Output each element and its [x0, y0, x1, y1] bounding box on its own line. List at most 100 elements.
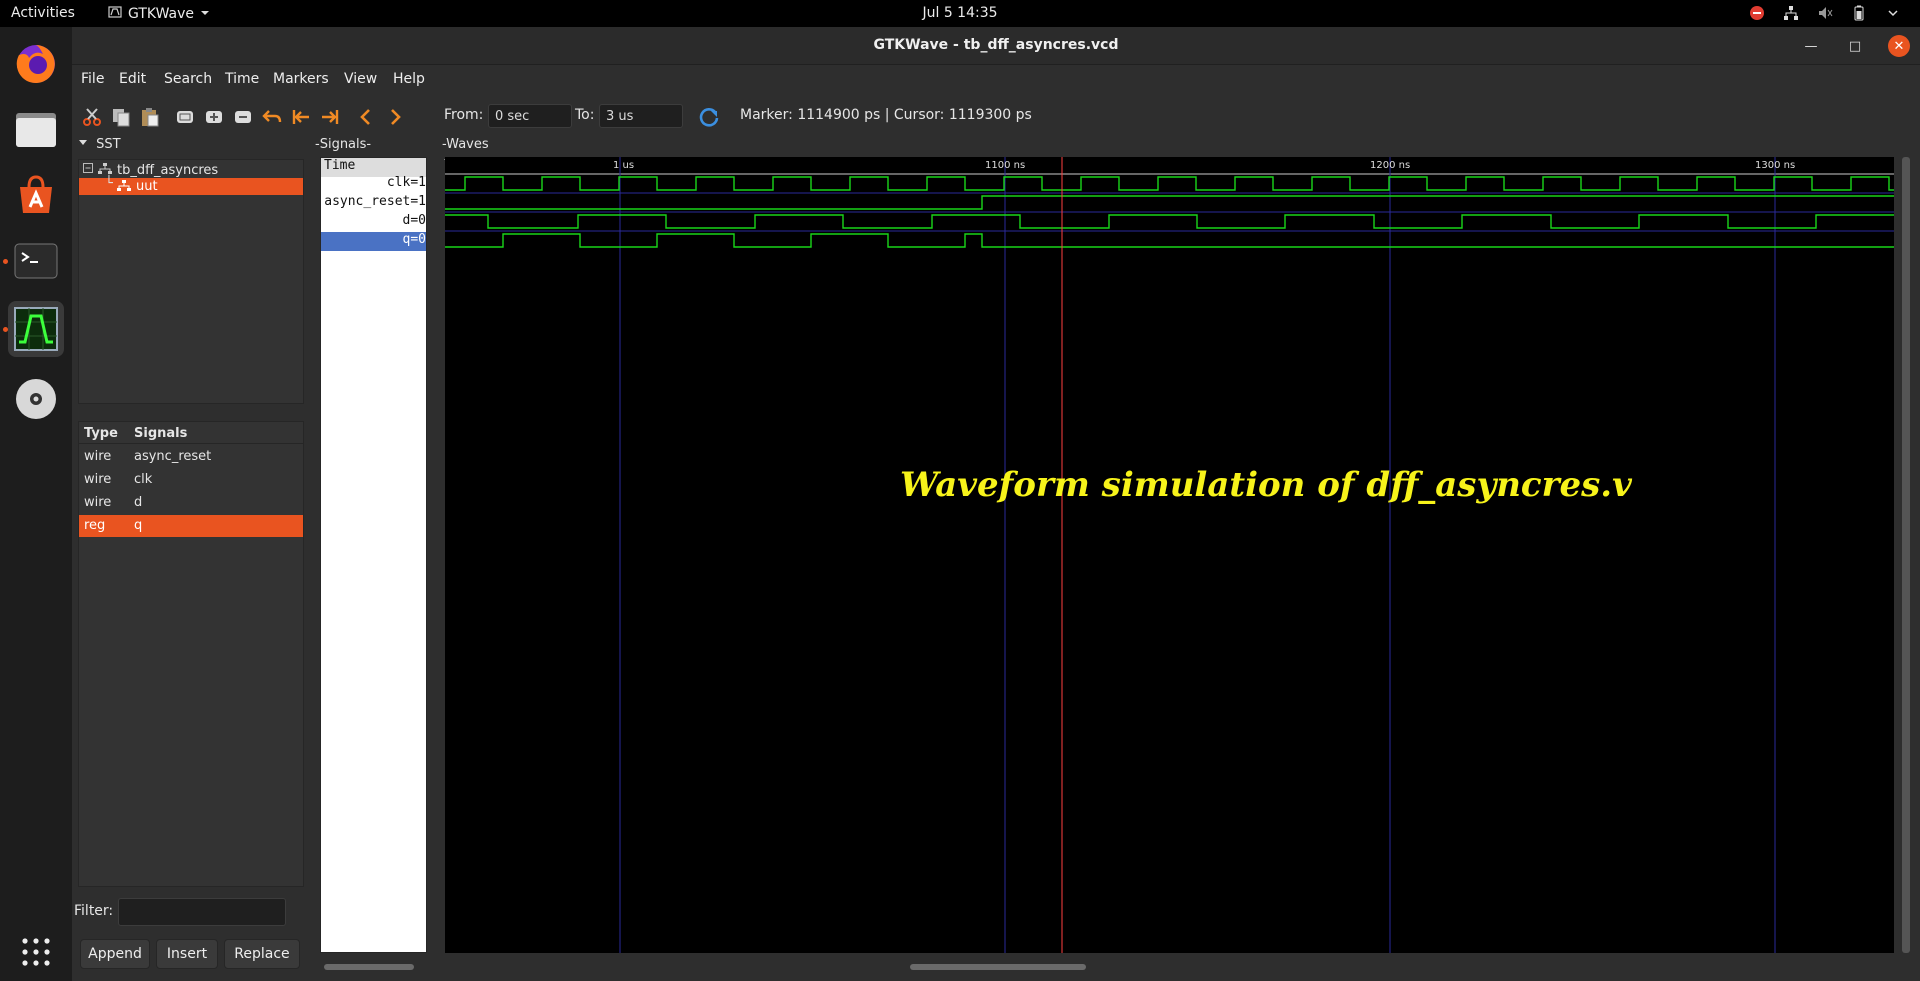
- title-bar[interactable]: GTKWave - tb_dff_asyncres.vcd — □ ✕: [72, 27, 1920, 65]
- signal-row-d[interactable]: wire d: [79, 492, 303, 514]
- battery-icon[interactable]: [1850, 4, 1868, 22]
- signal-type: wire: [84, 495, 112, 510]
- waveform-async-reset[interactable]: [445, 195, 1894, 210]
- time-tick-label: 1300 ns: [1755, 160, 1795, 171]
- signal-value-clk[interactable]: clk=1: [321, 175, 426, 194]
- close-button[interactable]: ✕: [1888, 35, 1910, 57]
- menu-search[interactable]: Search: [164, 71, 212, 87]
- toolbar: From: To: Marker: 1114900 ps | Cursor: 1…: [72, 95, 1920, 137]
- menu-edit[interactable]: Edit: [119, 71, 146, 87]
- module-icon: [117, 180, 131, 196]
- time-ruler[interactable]: [445, 157, 1894, 174]
- system-tray[interactable]: [1748, 4, 1902, 22]
- maximize-button[interactable]: □: [1844, 35, 1866, 57]
- append-button[interactable]: Append: [80, 939, 150, 969]
- software-icon[interactable]: [8, 167, 64, 223]
- signals-column-header[interactable]: Signals: [134, 426, 187, 441]
- terminal-icon[interactable]: [8, 233, 64, 289]
- minimize-button[interactable]: —: [1800, 35, 1822, 57]
- zoom-fit-icon[interactable]: [174, 106, 196, 128]
- to-input[interactable]: [599, 104, 683, 128]
- signal-name: clk: [134, 472, 153, 487]
- signals-pane-label: -Signals-: [315, 137, 372, 152]
- waves-hscrollbar[interactable]: [910, 964, 1086, 970]
- waveform-q[interactable]: [445, 233, 1894, 248]
- menu-view[interactable]: View: [344, 71, 377, 87]
- tree-collapse-icon[interactable]: [83, 163, 94, 178]
- menu-help[interactable]: Help: [393, 71, 425, 87]
- signal-row-async-reset[interactable]: wire async_reset: [79, 446, 303, 468]
- firefox-icon[interactable]: [8, 35, 64, 91]
- signals-pane[interactable]: Time clk=1 async_reset=1 d=0 q=0: [320, 157, 427, 953]
- files-icon[interactable]: [8, 101, 64, 157]
- waves-pane-title: Waves: [446, 137, 489, 152]
- power-menu-icon[interactable]: [1884, 4, 1902, 22]
- signal-value-d[interactable]: d=0: [321, 213, 426, 232]
- signal-row-q[interactable]: reg q: [79, 515, 303, 537]
- time-tick-label: 1100 ns: [985, 160, 1025, 171]
- waves-vscrollbar[interactable]: [1902, 157, 1910, 953]
- running-indicator: [3, 327, 8, 332]
- signals-pane-title: Signals: [319, 137, 367, 152]
- waves-pane[interactable]: 1 us 1100 ns 1200 ns 1300 ns: [445, 157, 1894, 953]
- reload-icon[interactable]: [698, 106, 720, 128]
- menu-time[interactable]: Time: [225, 71, 259, 87]
- zoom-in-icon[interactable]: [203, 106, 225, 128]
- app-menu-label: GTKWave: [128, 6, 195, 22]
- app-grid-icon[interactable]: [8, 924, 64, 980]
- signal-value-async-reset[interactable]: async_reset=1: [321, 194, 426, 213]
- network-icon[interactable]: [1782, 4, 1800, 22]
- signal-name: async_reset: [134, 449, 212, 464]
- signal-list-header: Type Signals: [79, 422, 303, 444]
- signal-name: q: [134, 518, 143, 533]
- clock[interactable]: Jul 5 14:35: [922, 5, 997, 21]
- signal-name: d: [134, 495, 143, 510]
- app-menu[interactable]: GTKWave: [108, 5, 210, 23]
- tree-branch-line: └: [105, 176, 113, 191]
- type-column-header[interactable]: Type: [84, 426, 118, 441]
- paste-icon[interactable]: [139, 106, 161, 128]
- zoom-to-end-icon[interactable]: [319, 106, 341, 128]
- signal-list[interactable]: Type Signals wire async_reset wire clk w…: [78, 421, 304, 887]
- zoom-to-start-icon[interactable]: [290, 106, 312, 128]
- activities-button[interactable]: Activities: [11, 5, 75, 21]
- signals-hscrollbar[interactable]: [324, 964, 414, 970]
- do-not-disturb-icon[interactable]: [1748, 4, 1766, 22]
- tree-item-label: uut: [136, 179, 158, 194]
- from-input[interactable]: [488, 104, 572, 128]
- caret-down-icon: [200, 6, 210, 22]
- waveform-canvas[interactable]: 1 us 1100 ns 1200 ns 1300 ns: [445, 157, 1894, 953]
- disc-icon[interactable]: [8, 371, 64, 427]
- undo-zoom-icon[interactable]: [261, 106, 283, 128]
- window-title: GTKWave - tb_dff_asyncres.vcd: [873, 37, 1119, 53]
- tree-item-uut[interactable]: └ uut: [79, 176, 303, 196]
- signal-type: wire: [84, 449, 112, 464]
- from-label: From:: [444, 107, 484, 123]
- signal-row-clk[interactable]: wire clk: [79, 469, 303, 491]
- signal-type: wire: [84, 472, 112, 487]
- sst-header[interactable]: SST: [78, 137, 121, 152]
- previous-edge-icon[interactable]: [355, 106, 377, 128]
- filter-label: Filter:: [74, 903, 114, 919]
- filter-input[interactable]: [118, 898, 286, 926]
- gtkwave-small-icon: [108, 5, 122, 23]
- signal-value-q[interactable]: q=0: [321, 232, 426, 251]
- sst-hierarchy-tree[interactable]: tb_dff_asyncres └ uut: [78, 159, 304, 404]
- waveform-d[interactable]: [445, 214, 1894, 229]
- menu-file[interactable]: File: [81, 71, 104, 87]
- menu-markers[interactable]: Markers: [273, 71, 329, 87]
- time-tick-label: 1200 ns: [1370, 160, 1410, 171]
- copy-icon[interactable]: [110, 106, 132, 128]
- next-edge-icon[interactable]: [384, 106, 406, 128]
- cut-icon[interactable]: [81, 106, 103, 128]
- replace-button[interactable]: Replace: [224, 939, 300, 969]
- volume-muted-icon[interactable]: [1816, 4, 1834, 22]
- waveform-clk[interactable]: [445, 176, 1894, 191]
- gtkwave-icon[interactable]: [8, 301, 64, 357]
- menu-bar: File Edit Search Time Markers View Help: [72, 65, 1920, 95]
- running-indicator: [3, 259, 8, 264]
- expander-down-icon[interactable]: [78, 138, 88, 148]
- insert-button[interactable]: Insert: [156, 939, 218, 969]
- zoom-out-icon[interactable]: [232, 106, 254, 128]
- to-label: To:: [575, 107, 595, 123]
